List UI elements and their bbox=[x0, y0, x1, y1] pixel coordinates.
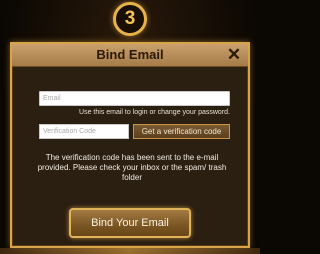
bottom-decoration bbox=[0, 248, 260, 254]
dialog-titlebar: Bind Email ✕ bbox=[12, 44, 248, 67]
close-icon[interactable]: ✕ bbox=[224, 45, 244, 65]
get-verification-code-button[interactable]: Get a verification code bbox=[133, 124, 230, 139]
page-root: 3 Bind Email ✕ Email Use this email to l… bbox=[0, 0, 260, 254]
verification-info-message: The verification code has been sent to t… bbox=[37, 153, 227, 182]
bind-email-button[interactable]: Bind Your Email bbox=[69, 208, 191, 238]
verification-code-field[interactable]: Verification Code bbox=[39, 124, 129, 139]
email-field[interactable]: Email bbox=[39, 91, 230, 106]
step-number-badge: 3 bbox=[113, 2, 147, 36]
email-hint-text: Use this email to login or change your p… bbox=[79, 109, 230, 116]
dialog-title: Bind Email bbox=[96, 47, 164, 62]
bind-email-dialog: Bind Email ✕ Email Use this email to log… bbox=[10, 42, 250, 248]
